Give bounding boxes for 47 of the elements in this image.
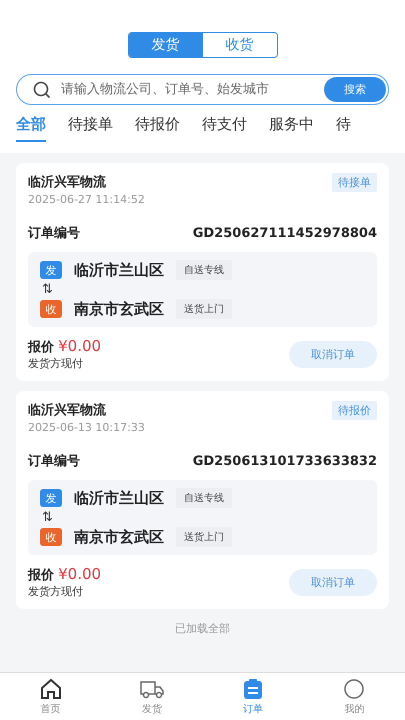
payer-text: 发货方现付 bbox=[28, 584, 84, 599]
origin-tag: 发 bbox=[40, 261, 62, 279]
status-tag: 待接单 bbox=[332, 173, 377, 192]
nav-item[interactable]: 首页 bbox=[0, 673, 102, 720]
search-icon bbox=[33, 80, 51, 98]
segment-tab[interactable]: 发货 bbox=[128, 33, 202, 57]
status-tag: 待报价 bbox=[332, 401, 377, 420]
origin-city: 临沂市兰山区 bbox=[74, 488, 164, 508]
price-text: 报价 ¥0.00 bbox=[28, 565, 102, 584]
search-button[interactable]: 搜索 bbox=[324, 77, 386, 102]
order-time: 2025-06-27 11:14:52 bbox=[28, 193, 145, 206]
pickup-mode-tag: 自送专线 bbox=[176, 488, 232, 508]
status-tab[interactable]: 服务中 bbox=[269, 115, 314, 142]
delivery-mode-tag: 送货上门 bbox=[176, 527, 232, 547]
destination-city: 南京市玄武区 bbox=[74, 300, 164, 318]
origin-city: 临沂市兰山区 bbox=[74, 260, 164, 280]
nav-item[interactable]: 发货 bbox=[101, 673, 202, 720]
pickup-mode-tag: 自送专线 bbox=[176, 260, 232, 280]
order-number: GD250613101733633832 bbox=[192, 454, 377, 468]
delivery-mode-tag: 送货上门 bbox=[176, 299, 232, 319]
status-tab[interactable]: 全部 bbox=[16, 115, 46, 142]
destination-city: 南京市玄武区 bbox=[74, 528, 164, 546]
status-tab[interactable]: 待 bbox=[336, 115, 351, 142]
order-time: 2025-06-13 10:17:33 bbox=[28, 421, 145, 434]
destination-tag: 收 bbox=[40, 300, 62, 318]
payer-text: 发货方现付 bbox=[28, 356, 84, 371]
loaded-all-text: 已加载全部 bbox=[175, 621, 230, 636]
nav-item[interactable]: 我的 bbox=[304, 673, 405, 720]
clipboard-icon bbox=[243, 678, 264, 700]
nav-item[interactable]: 订单 bbox=[202, 673, 304, 720]
swap-arrows-icon: ⇅ bbox=[40, 510, 365, 525]
status-tab[interactable]: 待支付 bbox=[202, 115, 247, 142]
origin-tag: 发 bbox=[40, 489, 62, 507]
cancel-order-button[interactable]: 取消订单 bbox=[289, 568, 377, 596]
status-tab[interactable]: 待接单 bbox=[68, 115, 113, 142]
company-name: 临沂兴军物流 bbox=[28, 174, 107, 191]
order-number: GD250627111452978804 bbox=[192, 226, 377, 240]
cancel-order-button[interactable]: 取消订单 bbox=[289, 340, 377, 368]
company-name: 临沂兴军物流 bbox=[28, 402, 107, 419]
home-icon bbox=[38, 678, 63, 700]
order-number-label: 订单编号 bbox=[28, 224, 80, 242]
status-tab[interactable]: 待报价 bbox=[135, 115, 180, 142]
order-number-label: 订单编号 bbox=[28, 452, 80, 470]
price-text: 报价 ¥0.00 bbox=[28, 337, 102, 356]
destination-tag: 收 bbox=[40, 528, 62, 546]
search-field[interactable]: 请输入物流公司、订单号、始发城市 搜索 bbox=[16, 74, 389, 105]
swap-arrows-icon: ⇅ bbox=[40, 282, 365, 297]
